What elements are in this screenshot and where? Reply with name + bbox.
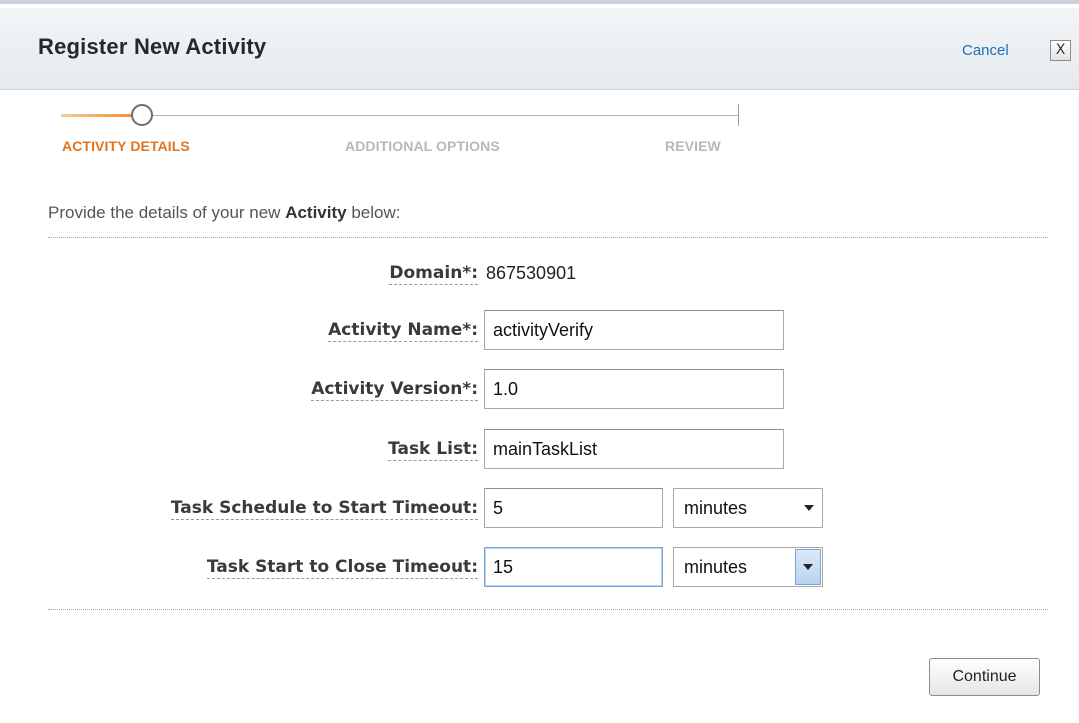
register-activity-dialog: Register New Activity Cancel X ACTIVITY … [0,0,1079,723]
task-list-label: Task List: [388,439,478,461]
activity-version-input[interactable]: 1.0 [484,369,784,409]
step-review: REVIEW [665,138,721,154]
chevron-down-icon [804,505,814,511]
step-additional-options: ADDITIONAL OPTIONS [345,138,500,154]
divider-bottom [48,609,1048,610]
continue-button[interactable]: Continue [929,658,1040,696]
dialog-title: Register New Activity [38,34,267,59]
schedule-to-start-unit-select[interactable]: minutes [673,488,823,528]
cancel-link[interactable]: Cancel [962,42,1009,59]
activity-version-label: Activity Version*: [311,379,478,401]
intro-text: Provide the details of your new Activity… [48,203,400,223]
schedule-to-start-label-text: Task Schedule to Start Timeout [170,498,472,518]
start-to-close-unit-value: minutes [684,557,748,577]
domain-label: Domain*: [389,263,478,285]
task-list-label-text: Task List [388,439,472,459]
wizard-progress: ACTIVITY DETAILS ADDITIONAL OPTIONS REVI… [55,100,755,160]
progress-track-completed [61,114,139,117]
intro-bold: Activity [285,203,347,222]
schedule-to-start-label: Task Schedule to Start Timeout: [170,498,478,520]
task-list-input[interactable]: mainTaskList [484,429,784,469]
domain-value: 867530901 [486,263,577,283]
step-activity-details: ACTIVITY DETAILS [62,138,190,154]
close-icon[interactable]: X [1050,40,1071,61]
activity-name-label-text: Activity Name* [328,320,472,340]
start-to-close-label: Task Start to Close Timeout: [206,557,478,579]
chevron-down-icon [803,564,813,570]
dialog-header: Register New Activity Cancel X [0,8,1079,90]
domain-label-text: Domain* [389,263,472,283]
activity-version-label-text: Activity Version* [311,379,472,399]
schedule-to-start-input[interactable]: 5 [484,488,663,528]
intro-prefix: Provide the details of your new [48,203,286,222]
activity-name-input[interactable]: activityVerify [484,310,784,350]
divider-top [48,237,1048,238]
current-step-marker-icon [131,104,153,126]
progress-track-end [738,104,739,126]
schedule-to-start-unit-value: minutes [684,498,748,518]
start-to-close-unit-select[interactable]: minutes [673,547,823,587]
progress-track [61,115,738,116]
activity-name-label: Activity Name*: [328,320,478,342]
start-to-close-label-text: Task Start to Close Timeout [206,557,472,577]
start-to-close-input[interactable]: 15 [484,547,663,587]
intro-suffix: below: [346,203,401,222]
